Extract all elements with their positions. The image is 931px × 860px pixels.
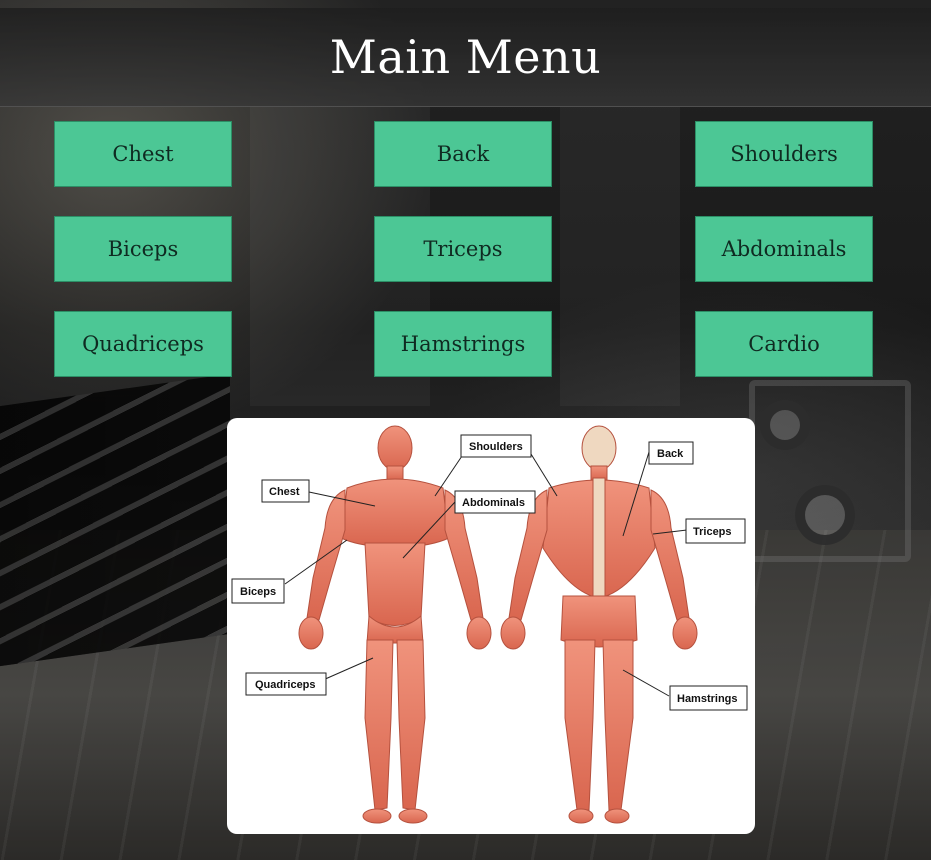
biceps-button[interactable]: Biceps (54, 216, 232, 282)
page-title: Main Menu (329, 30, 602, 84)
chest-button[interactable]: Chest (54, 121, 232, 187)
background-weight-plate (760, 400, 810, 450)
svg-text:Triceps: Triceps (693, 526, 732, 538)
label-triceps: Triceps (685, 518, 746, 544)
svg-text:Back: Back (657, 448, 684, 460)
label-shoulders: Shoulders (460, 434, 532, 458)
background-dumbbell-rack (0, 373, 230, 667)
back-button[interactable]: Back (374, 121, 552, 187)
front-body-figure (298, 425, 492, 824)
svg-text:Chest: Chest (269, 486, 300, 498)
svg-text:Shoulders: Shoulders (469, 441, 523, 453)
svg-text:Biceps: Biceps (240, 586, 276, 598)
label-chest: Chest (261, 479, 310, 503)
label-quadriceps: Quadriceps (245, 672, 327, 696)
label-biceps: Biceps (231, 578, 285, 604)
background-wall-panel (560, 106, 680, 406)
quadriceps-button[interactable]: Quadriceps (54, 311, 232, 377)
svg-text:Abdominals: Abdominals (462, 497, 525, 509)
header-bar: Main Menu (0, 8, 931, 107)
back-body-figure (500, 425, 698, 824)
muscle-diagram-svg: Shoulders Chest Abdominals Biceps Quadri… (231, 425, 748, 824)
page: Main Menu Chest Back Shoulders Biceps Tr… (0, 0, 931, 860)
label-abdominals: Abdominals (454, 490, 536, 514)
triceps-button[interactable]: Triceps (374, 216, 552, 282)
svg-text:Hamstrings: Hamstrings (677, 693, 738, 705)
label-hamstrings: Hamstrings (669, 685, 748, 711)
shoulders-button[interactable]: Shoulders (695, 121, 873, 187)
cardio-button[interactable]: Cardio (695, 311, 873, 377)
svg-text:Quadriceps: Quadriceps (255, 679, 316, 691)
muscle-diagram: Shoulders Chest Abdominals Biceps Quadri… (227, 418, 755, 834)
label-back: Back (648, 441, 694, 465)
hamstrings-button[interactable]: Hamstrings (374, 311, 552, 377)
abdominals-button[interactable]: Abdominals (695, 216, 873, 282)
background-weight-plate (795, 485, 855, 545)
